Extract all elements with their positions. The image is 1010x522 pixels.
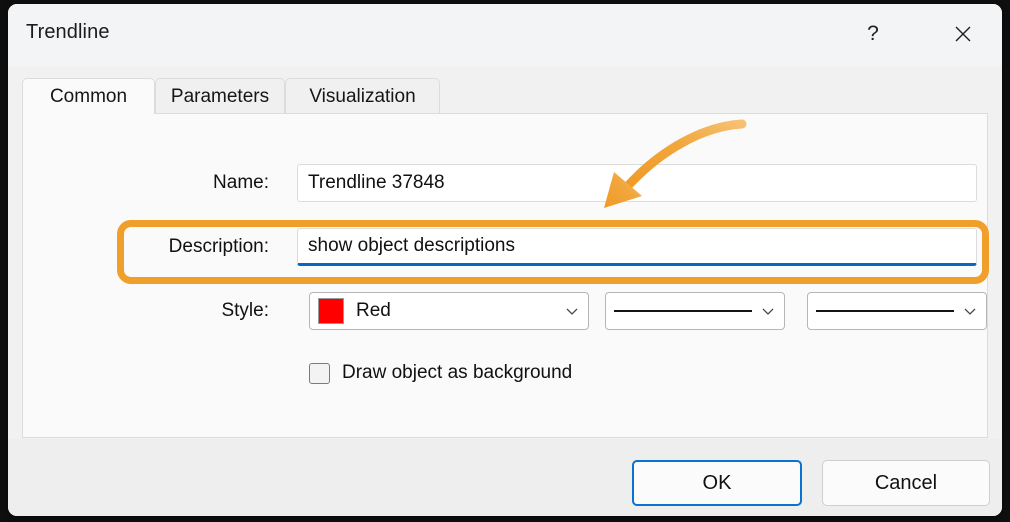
description-input-value: show object descriptions [308,235,515,256]
line-style-dropdown[interactable] [807,292,987,330]
close-icon [954,25,972,43]
color-dropdown-value: Red [356,300,391,321]
color-dropdown[interactable]: Red [309,292,589,330]
checkbox-box-icon [309,362,330,384]
name-label: Name: [213,172,269,193]
chevron-down-icon [564,303,580,319]
tab-visualization-label: Visualization [309,85,416,107]
window-title: Trendline [26,21,110,43]
tab-common[interactable]: Common [22,78,155,114]
active-tab-mask [23,112,154,115]
tab-visualization[interactable]: Visualization [285,78,440,114]
description-input[interactable]: show object descriptions [297,228,977,266]
tab-strip: Common Parameters Visualization [22,78,988,114]
chevron-down-icon [962,303,978,319]
name-input[interactable]: Trendline 37848 [297,164,977,202]
trendline-dialog: Trendline ? Common Parameters Visualizat… [8,4,1002,516]
common-tab-panel: Name: Trendline 37848 Description: show … [22,113,988,438]
title-bar: Trendline ? [8,4,1002,66]
line-width-dropdown[interactable] [605,292,785,330]
description-label: Description: [168,236,269,257]
line-width-preview-icon [614,310,752,312]
tab-common-label: Common [49,85,128,107]
close-button[interactable] [940,12,986,56]
ok-button[interactable]: OK [632,460,802,506]
tab-parameters-label: Parameters [170,85,270,107]
tab-parameters[interactable]: Parameters [155,78,285,114]
question-mark-icon: ? [867,22,879,45]
cancel-button[interactable]: Cancel [822,460,990,506]
draw-as-background-checkbox[interactable]: Draw object as background [309,362,572,384]
chevron-down-icon [760,303,776,319]
help-button[interactable]: ? [850,12,896,56]
name-input-value: Trendline 37848 [308,172,445,193]
cancel-button-label: Cancel [874,471,938,494]
style-label: Style: [221,300,269,321]
ok-button-label: OK [702,471,732,494]
color-swatch-icon [318,298,344,324]
line-style-preview-icon [816,310,954,312]
dialog-footer: OK Cancel [8,439,1002,516]
draw-as-background-label: Draw object as background [342,362,573,383]
